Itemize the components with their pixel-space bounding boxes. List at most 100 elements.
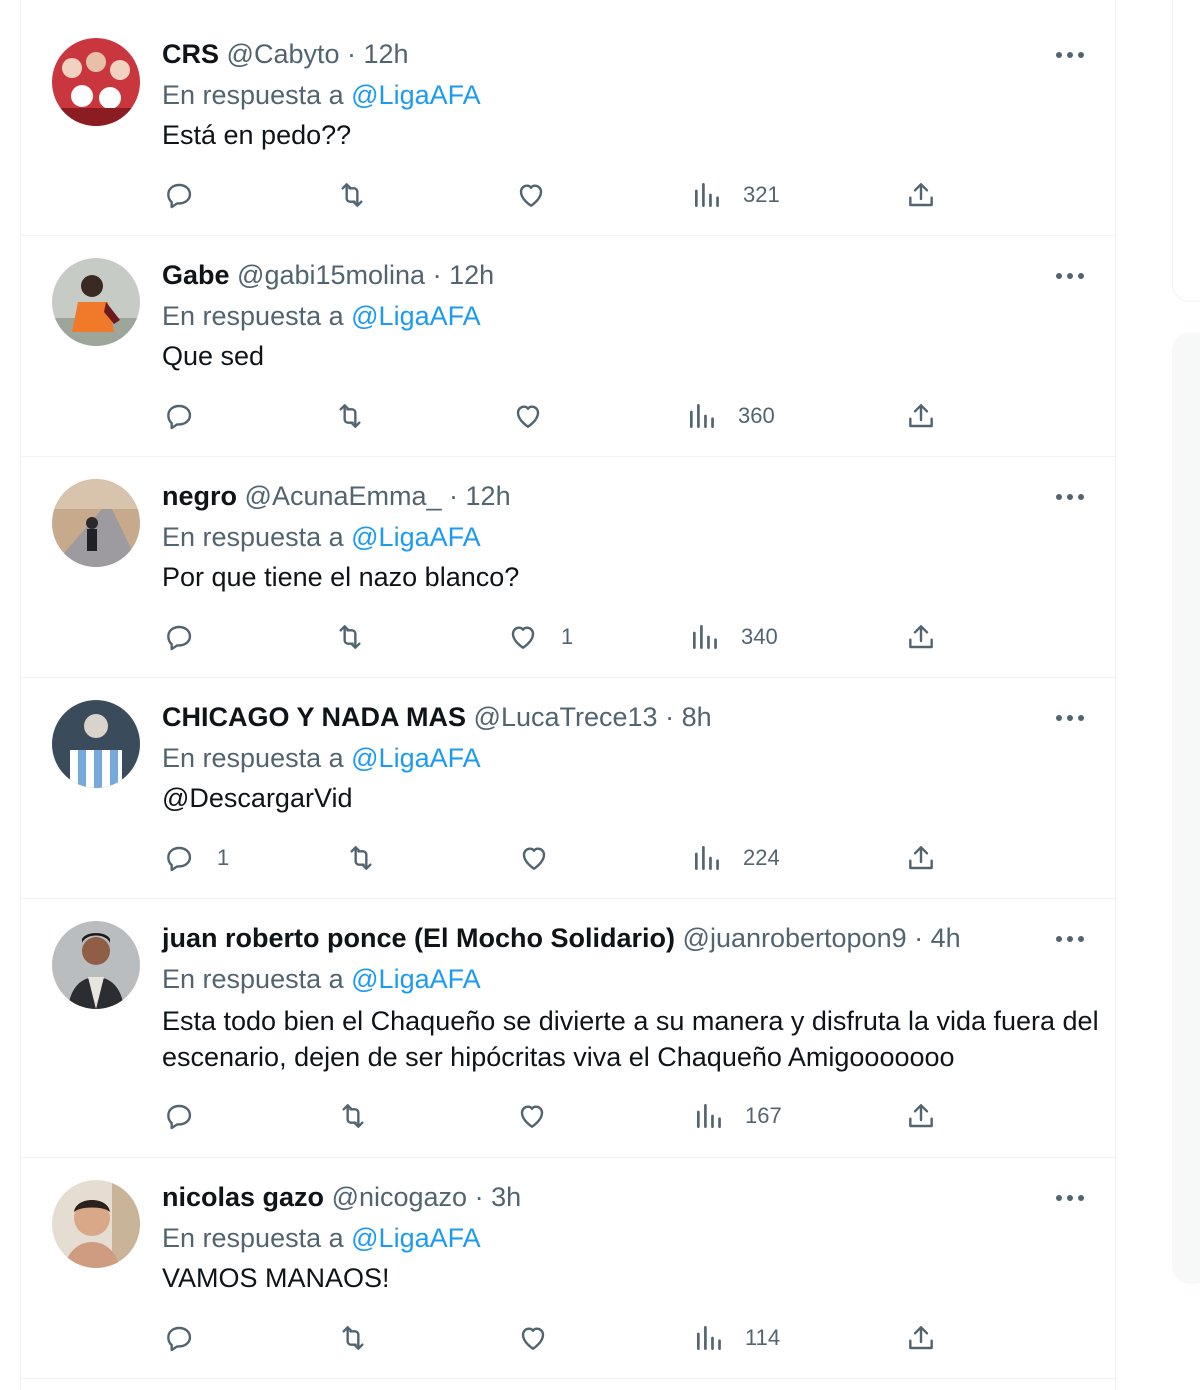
tweet-header: Gabe @gabi15molina · 12h [162,260,494,290]
retweet-button[interactable] [336,175,368,215]
more-dots-icon [1056,273,1084,279]
views-button[interactable]: 167 [693,1096,782,1136]
argentina-jersey-avatar-image [52,700,140,788]
reply-button[interactable] [163,396,215,436]
share-button[interactable] [905,617,937,657]
more-options-button[interactable] [1055,490,1085,502]
views-button[interactable]: 340 [689,617,778,657]
handle[interactable]: @LucaTrece13 [474,702,658,732]
reply-mention-link[interactable]: @LigaAFA [351,743,480,773]
timestamp[interactable]: · 12h [449,481,511,511]
share-button[interactable] [905,396,937,436]
retweet-button[interactable] [334,396,366,436]
like-button[interactable] [518,838,572,878]
reply-button[interactable] [163,617,215,657]
reply-button[interactable] [163,1096,215,1136]
timestamp[interactable]: · 12h [433,260,495,290]
like-button[interactable] [512,396,566,436]
share-icon [909,183,933,207]
avatar[interactable] [52,258,140,346]
views-button[interactable]: 321 [691,175,780,215]
more-options-button[interactable] [1055,932,1085,944]
like-button[interactable] [517,1318,571,1358]
tweet-header: CHICAGO Y NADA MAS @LucaTrece13 · 8h [162,702,712,732]
display-name[interactable]: CRS [162,39,219,69]
tweet-text-mention-link[interactable]: @DescargarVid [162,780,1102,816]
more-options-button[interactable] [1055,48,1085,60]
more-options-button[interactable] [1055,269,1085,281]
display-name[interactable]: nicolas gazo [162,1182,324,1212]
reply-mention-link[interactable]: @LigaAFA [351,522,480,552]
like-button[interactable] [516,1096,570,1136]
avatar[interactable] [52,1180,140,1268]
timestamp[interactable]: · 8h [665,702,712,732]
retweet-button[interactable] [337,1096,369,1136]
display-name[interactable]: Gabe [162,260,230,290]
reply-prefix: En respuesta a [162,80,344,110]
views-button[interactable]: 114 [693,1318,780,1358]
tweet[interactable]: Gabe @gabi15molina · 12h En respuesta a … [21,236,1117,457]
handle[interactable]: @juanrobertopon9 [683,923,907,953]
timestamp[interactable]: · 3h [475,1182,522,1212]
retweet-button[interactable] [334,617,366,657]
reply-mention-link[interactable]: @LigaAFA [351,1223,480,1253]
avatar[interactable] [52,700,140,788]
share-button[interactable] [905,1318,937,1358]
timestamp[interactable]: · 12h [347,39,409,69]
reply-button[interactable] [163,1318,215,1358]
reply-mention-link[interactable]: @LigaAFA [351,80,480,110]
more-options-button[interactable] [1055,711,1085,723]
reply-button[interactable]: 1 [163,838,229,878]
handle[interactable]: @nicogazo [332,1182,468,1212]
reply-mention-link[interactable]: @LigaAFA [351,301,480,331]
avatar[interactable] [52,479,140,567]
display-name[interactable]: negro [162,481,237,511]
tweet-actions: 1 340 [21,617,1117,657]
display-name[interactable]: juan roberto ponce (El Mocho Solidario) [162,923,675,953]
reply-prefix: En respuesta a [162,522,344,552]
reply-icon [167,183,192,209]
retweet-icon [342,1326,364,1350]
share-button[interactable] [905,838,937,878]
retweet-button[interactable] [337,1318,369,1358]
reply-context: En respuesta a @LigaAFA [162,963,481,995]
tweet[interactable]: negro @AcunaEmma_ · 12h En respuesta a @… [21,457,1117,678]
share-button[interactable] [905,1096,937,1136]
display-name[interactable]: CHICAGO Y NADA MAS [162,702,466,732]
share-button[interactable] [905,175,937,215]
reply-mention-link[interactable]: @LigaAFA [351,964,480,994]
reply-prefix: En respuesta a [162,301,344,331]
tweet-text: Está en pedo?? [162,120,352,150]
handle[interactable]: @AcunaEmma_ [245,481,442,511]
retweet-button[interactable] [345,838,377,878]
tweet[interactable]: nicolas gazo @nicogazo · 3h En respuesta… [21,1158,1117,1379]
views-button[interactable]: 360 [686,396,775,436]
handle[interactable]: @gabi15molina [237,260,425,290]
reply-icon [167,1104,192,1130]
reply-icon [167,1326,192,1352]
timestamp[interactable]: · 4h [914,923,961,953]
like-button[interactable]: 1 [507,617,573,657]
reply-prefix: En respuesta a [162,743,344,773]
heart-icon [521,1327,545,1350]
views-button[interactable]: 224 [691,838,780,878]
heart-icon [519,184,543,207]
reply-icon [167,625,192,651]
tweet-actions: 167 [21,1096,1117,1136]
like-button[interactable] [515,175,569,215]
more-dots-icon [1056,715,1084,721]
more-dots-icon [1056,494,1084,500]
retweet-icon [342,1104,364,1128]
tweet[interactable]: CHICAGO Y NADA MAS @LucaTrece13 · 8h En … [21,678,1117,899]
more-dots-icon [1056,936,1084,942]
tweet-header: negro @AcunaEmma_ · 12h [162,481,511,511]
tweet[interactable]: CRS @Cabyto · 12h En respuesta a @LigaAF… [21,0,1117,236]
sidebar-card [1172,0,1200,302]
avatar[interactable] [52,921,140,1009]
tweet[interactable]: juan roberto ponce (El Mocho Solidario) … [21,899,1117,1158]
heart-icon [520,1105,544,1128]
avatar[interactable] [52,38,140,126]
more-options-button[interactable] [1055,1191,1085,1203]
handle[interactable]: @Cabyto [227,39,340,69]
reply-button[interactable] [163,175,215,215]
